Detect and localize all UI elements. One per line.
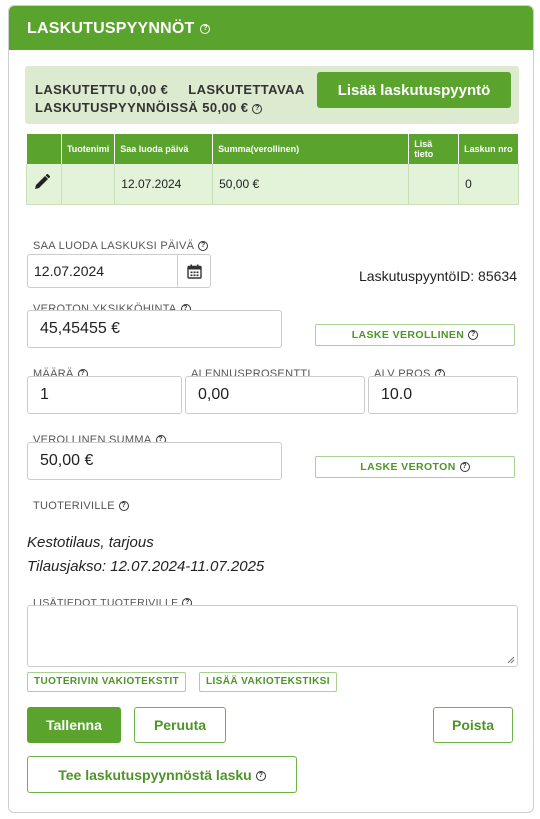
- column-header-invoice-number: Laskun nro: [458, 134, 519, 164]
- standard-texts-button[interactable]: TUOTERIVIN VAKIOTEKSTIT: [27, 672, 187, 692]
- calendar-button[interactable]: [177, 254, 211, 288]
- cell-extra-info: [408, 164, 460, 205]
- vat-input[interactable]: [368, 376, 518, 414]
- product-description-line-2: Tilausjakso: 12.07.2024-11.07.2025: [27, 558, 265, 575]
- column-header-date: Saa luoda päivä: [114, 134, 214, 164]
- quantity-input[interactable]: [27, 376, 182, 414]
- calendar-icon: [187, 264, 202, 279]
- calculate-net-button-label: LASKE VEROTON: [360, 461, 456, 473]
- product-row-label-text: TUOTERIVILLE: [33, 500, 115, 512]
- billing-summary: LASKUTETTU 0,00 € LASKUTETTAVAA LASKUTUS…: [25, 66, 519, 124]
- edit-cell[interactable]: [26, 164, 62, 205]
- help-icon[interactable]: ?: [118, 501, 129, 512]
- cell-product-name: [61, 164, 116, 205]
- cell-date: 12.07.2024: [114, 164, 214, 205]
- help-icon[interactable]: ?: [198, 241, 209, 252]
- column-header-sum: Summa(verollinen): [212, 134, 410, 164]
- save-button[interactable]: Tallenna: [27, 707, 121, 743]
- cell-sum: 50,00 €: [212, 164, 410, 205]
- help-icon: ?: [468, 330, 479, 341]
- panel-header: LASKUTUSPYYNNÖT?: [9, 6, 533, 50]
- help-icon[interactable]: ?: [252, 103, 263, 114]
- summary-line-2: LASKUTUSPYYNNÖISSÄ 50,00 €?: [35, 100, 263, 115]
- delete-button[interactable]: Poista: [433, 707, 513, 743]
- date-input[interactable]: [27, 254, 178, 288]
- column-header-edit: [26, 134, 62, 164]
- summary-line-2-text: LASKUTUSPYYNNÖISSÄ 50,00 €: [35, 100, 249, 115]
- invoice-request-id: LaskutuspyyntöID: 85634: [359, 268, 517, 284]
- cancel-button[interactable]: Peruuta: [134, 707, 226, 743]
- help-icon[interactable]: ?: [200, 23, 211, 34]
- column-header-extra-info: Lisä tieto: [408, 134, 460, 164]
- create-invoice-button[interactable]: Tee laskutuspyynnöstä lasku?: [27, 756, 297, 793]
- product-description-line-1: Kestotilaus, tarjous: [27, 534, 154, 551]
- product-row-label: TUOTERIVILLE?: [33, 500, 129, 512]
- add-standard-text-button[interactable]: LISÄÄ VAKIOTEKSTIKSI: [199, 672, 337, 692]
- calculate-net-button[interactable]: LASKE VEROTON?: [315, 456, 515, 478]
- table-header-row: Tuotenimi Saa luoda päivä Summa(verollin…: [26, 134, 519, 164]
- invoice-requests-panel: LASKUTUSPYYNNÖT? LASKUTETTU 0,00 € LASKU…: [8, 5, 534, 813]
- create-invoice-button-label: Tee laskutuspyynnöstä lasku: [58, 766, 252, 783]
- invoice-requests-table: Tuotenimi Saa luoda päivä Summa(verollin…: [26, 134, 519, 205]
- help-icon: ?: [255, 770, 266, 781]
- date-label: SAA LUODA LASKUKSI PÄIVÄ?: [33, 240, 209, 252]
- resize-handle-icon[interactable]: [507, 656, 515, 664]
- pencil-icon[interactable]: [33, 173, 51, 191]
- unit-price-input[interactable]: [27, 310, 282, 348]
- table-row[interactable]: 12.07.2024 50,00 € 0: [26, 164, 519, 205]
- discount-input[interactable]: [185, 376, 365, 414]
- calculate-gross-button-label: LASKE VEROLLINEN: [351, 329, 465, 341]
- help-icon: ?: [459, 462, 470, 473]
- column-header-product-name: Tuotenimi: [61, 134, 116, 164]
- date-label-text: SAA LUODA LASKUKSI PÄIVÄ: [33, 240, 195, 252]
- panel-title-text: LASKUTUSPYYNNÖT: [27, 20, 195, 37]
- summary-line-1: LASKUTETTU 0,00 € LASKUTETTAVAA: [35, 82, 305, 97]
- add-invoice-request-button[interactable]: Lisää laskutuspyyntö: [317, 72, 511, 108]
- cell-invoice-number: 0: [458, 164, 519, 205]
- extra-info-textarea[interactable]: [27, 605, 518, 667]
- calculate-gross-button[interactable]: LASKE VEROLLINEN?: [315, 324, 515, 346]
- panel-title: LASKUTUSPYYNNÖT?: [27, 20, 211, 38]
- gross-sum-input[interactable]: [27, 442, 282, 480]
